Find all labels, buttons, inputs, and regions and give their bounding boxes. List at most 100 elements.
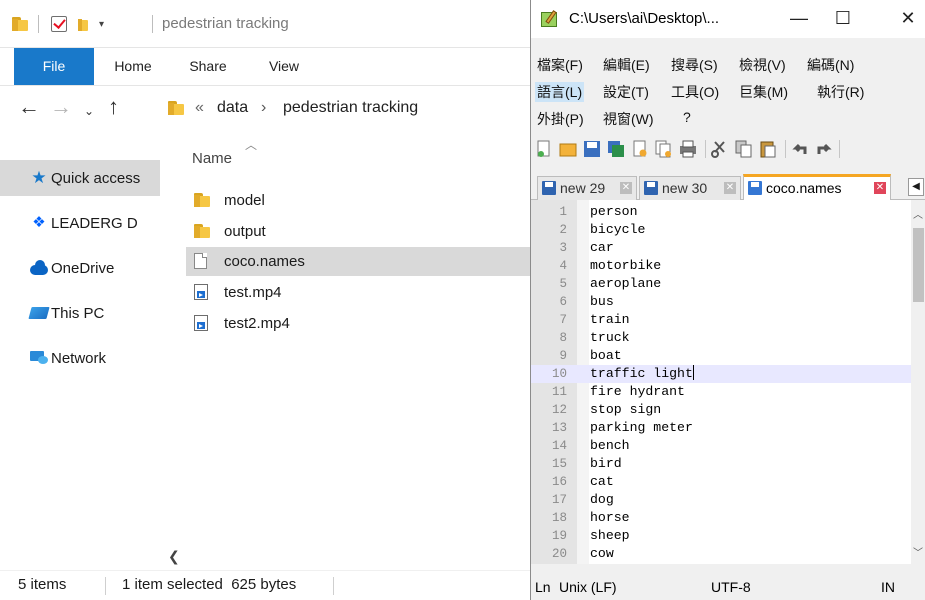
list-item-output[interactable]: output: [186, 217, 530, 246]
open-file-icon[interactable]: [559, 140, 577, 158]
tab-file[interactable]: File: [14, 48, 94, 85]
editor-line[interactable]: 20 cow: [531, 545, 911, 563]
new-file-icon[interactable]: [535, 140, 553, 158]
menu-tools[interactable]: 工具(O): [671, 82, 719, 102]
editor-line[interactable]: 15 bird: [531, 455, 911, 473]
new-folder-icon[interactable]: [78, 14, 88, 34]
close-all-icon[interactable]: [655, 140, 673, 158]
nav-item-leaderg[interactable]: ❖ LEADERG D: [0, 205, 160, 241]
list-item-test-mp4[interactable]: test.mp4: [186, 278, 530, 307]
scroll-up-arrow-icon[interactable]: ︿: [913, 206, 923, 221]
minimize-icon[interactable]: —: [787, 6, 811, 30]
editor-line[interactable]: 12 stop sign: [531, 401, 911, 419]
line-number: 5: [559, 277, 567, 291]
properties-check-icon[interactable]: [51, 14, 67, 34]
tab-home[interactable]: Home: [105, 48, 161, 85]
menu-window[interactable]: 視窗(W): [603, 109, 654, 129]
list-item-test2-mp4[interactable]: test2.mp4: [186, 309, 530, 338]
scroll-down-arrow-icon[interactable]: ﹀: [913, 544, 923, 559]
breadcrumb-pedestrian-tracking[interactable]: pedestrian tracking: [283, 99, 418, 117]
editor-line[interactable]: 7 train: [531, 311, 911, 329]
code-lines[interactable]: 1 person 2 bicycle 3 car 4 motorbike 5 aeroplane 6…: [531, 203, 911, 563]
save-icon[interactable]: [583, 140, 601, 158]
print-icon[interactable]: [679, 140, 697, 158]
status-separator: [333, 577, 334, 595]
tab-close-icon[interactable]: ✕: [620, 182, 632, 194]
editor-line[interactable]: 3 car: [531, 239, 911, 257]
maximize-icon[interactable]: ☐: [831, 6, 855, 30]
nav-item-onedrive[interactable]: OneDrive: [0, 250, 160, 286]
text-editor[interactable]: 1 person 2 bicycle 3 car 4 motorbike 5 aeroplane 6…: [531, 200, 925, 564]
breadcrumb-data[interactable]: data: [217, 99, 248, 117]
line-text: bicycle: [590, 222, 646, 237]
up-arrow-icon[interactable]: ↑: [108, 94, 119, 120]
recent-locations-chevron-icon[interactable]: ⌄: [84, 98, 94, 124]
menu-help[interactable]: ?: [683, 109, 691, 125]
cut-icon[interactable]: [711, 140, 729, 158]
close-icon[interactable]: ✕: [896, 6, 920, 30]
back-arrow-icon[interactable]: ←: [18, 94, 40, 120]
line-number: 8: [559, 331, 567, 345]
scrollbar-thumb[interactable]: [913, 228, 924, 302]
editor-line[interactable]: 10 traffic light: [531, 365, 911, 383]
explorer-titlebar: ▾ pedestrian tracking: [0, 0, 530, 48]
tab-scroll-left-icon[interactable]: ◀: [908, 178, 924, 196]
paste-icon[interactable]: [759, 140, 777, 158]
quick-access-dropdown-icon[interactable]: ▾: [99, 14, 104, 34]
menu-file[interactable]: 檔案(F): [537, 55, 583, 75]
editor-line[interactable]: 19 sheep: [531, 527, 911, 545]
editor-line[interactable]: 9 boat: [531, 347, 911, 365]
tab-view[interactable]: View: [256, 48, 312, 85]
column-header-name[interactable]: Name: [192, 150, 232, 167]
nav-item-network[interactable]: Network: [0, 340, 160, 376]
tab-close-icon[interactable]: ✕: [724, 182, 736, 194]
tab-share[interactable]: Share: [180, 48, 236, 85]
editor-line[interactable]: 4 motorbike: [531, 257, 911, 275]
list-item-coco-names[interactable]: coco.names: [186, 247, 530, 276]
status-item-count: 5 items: [18, 576, 67, 593]
line-number: 20: [551, 547, 567, 561]
line-number: 17: [551, 493, 567, 507]
nav-item-quick-access[interactable]: ★ Quick access: [0, 160, 160, 196]
editor-line[interactable]: 13 parking meter: [531, 419, 911, 437]
undo-icon[interactable]: [791, 140, 809, 158]
menu-macro[interactable]: 巨集(M): [739, 82, 788, 102]
tab-close-icon[interactable]: ✕: [874, 182, 886, 194]
editor-line[interactable]: 5 aeroplane: [531, 275, 911, 293]
close-file-icon[interactable]: [631, 140, 649, 158]
menu-encoding[interactable]: 編碼(N): [807, 55, 854, 75]
tab-new-29[interactable]: new 29 ✕: [537, 176, 637, 200]
editor-line[interactable]: 18 horse: [531, 509, 911, 527]
menu-search[interactable]: 搜尋(S): [671, 55, 718, 75]
editor-line[interactable]: 6 bus: [531, 293, 911, 311]
editor-line[interactable]: 11 fire hydrant: [531, 383, 911, 401]
editor-line[interactable]: 17 dog: [531, 491, 911, 509]
list-item-model[interactable]: model: [186, 186, 530, 215]
document-icon: [194, 253, 207, 269]
redo-icon[interactable]: [815, 140, 833, 158]
copy-icon[interactable]: [735, 140, 753, 158]
vertical-scrollbar[interactable]: ︿ ﹀: [911, 200, 925, 564]
menu-run[interactable]: 執行(R): [817, 82, 864, 102]
editor-line[interactable]: 8 truck: [531, 329, 911, 347]
menu-settings[interactable]: 設定(T): [603, 82, 649, 102]
tab-new-30[interactable]: new 30 ✕: [639, 176, 741, 200]
menu-plugins[interactable]: 外掛(P): [537, 109, 584, 129]
menu-edit[interactable]: 編輯(E): [603, 55, 650, 75]
forward-arrow-icon[interactable]: →: [50, 94, 72, 120]
save-all-icon[interactable]: [607, 140, 625, 158]
menu-language[interactable]: 語言(L): [535, 82, 585, 102]
editor-line[interactable]: 1 person: [531, 203, 911, 221]
line-text: sheep: [590, 528, 630, 543]
nav-item-this-pc[interactable]: This PC: [0, 295, 160, 331]
onedrive-cloud-icon: [30, 260, 48, 276]
editor-line[interactable]: 16 cat: [531, 473, 911, 491]
menu-row: 語言(L) 設定(T) 工具(O) 巨集(M) 執行(R): [531, 79, 925, 106]
tab-coco-names[interactable]: coco.names ✕: [743, 174, 891, 200]
menu-view[interactable]: 檢視(V): [739, 55, 786, 75]
editor-line[interactable]: 2 bicycle: [531, 221, 911, 239]
editor-line[interactable]: 14 bench: [531, 437, 911, 455]
breadcrumb-overflow[interactable]: «: [195, 99, 204, 117]
tab-label: coco.names: [766, 180, 842, 196]
scroll-left-arrow-icon[interactable]: ❮: [168, 548, 180, 565]
